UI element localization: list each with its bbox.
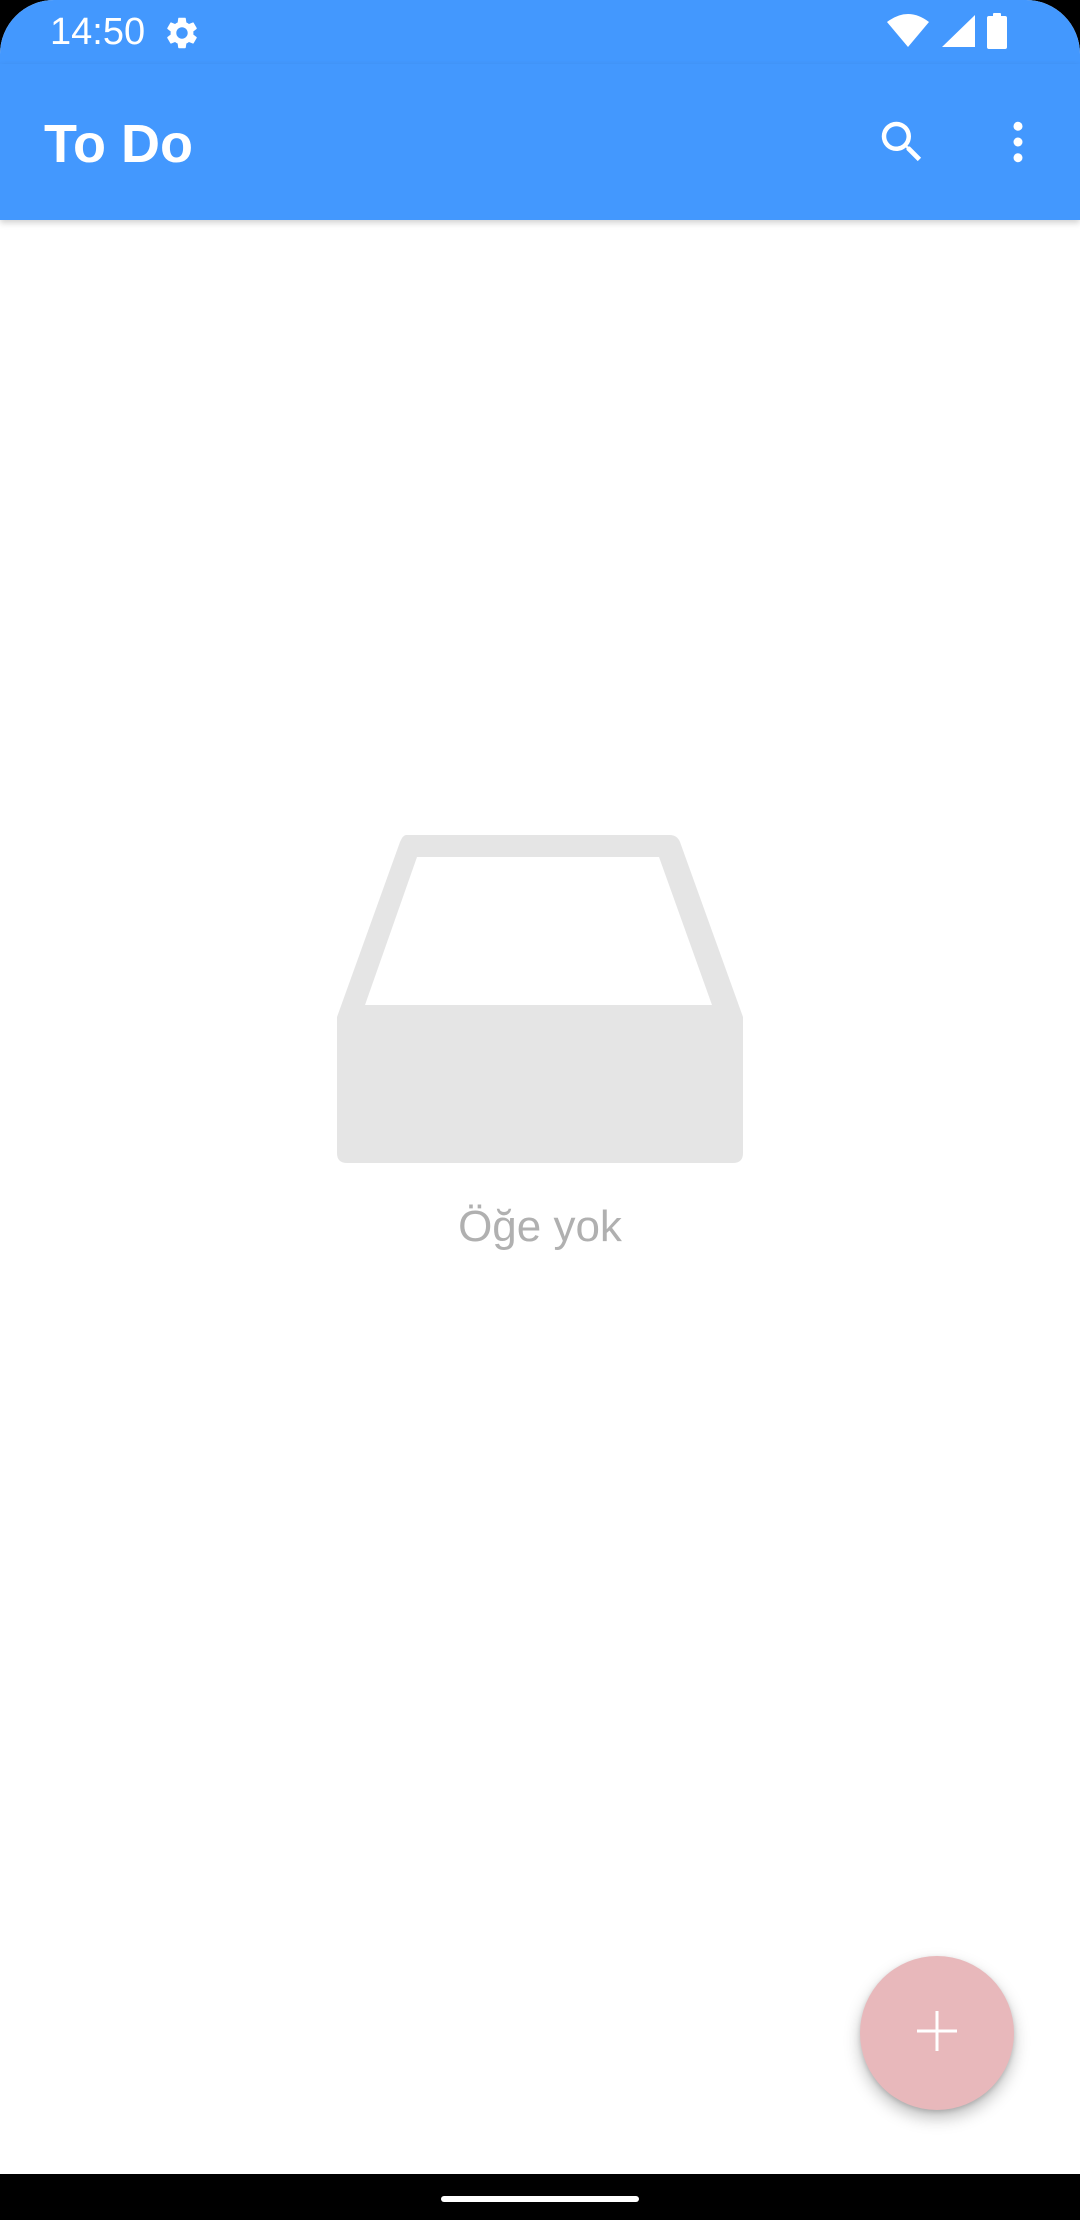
more-vert-icon <box>991 115 1045 174</box>
battery-icon <box>986 12 1008 54</box>
more-options-button[interactable] <box>978 104 1058 184</box>
status-bar: 14:50 <box>0 0 1080 64</box>
status-time: 14:50 <box>50 11 146 53</box>
app-bar: To Do <box>0 64 1080 220</box>
home-gesture-handle[interactable] <box>441 2196 639 2202</box>
plus-icon <box>915 2009 959 2058</box>
settings-icon <box>163 14 201 52</box>
search-icon <box>875 115 929 174</box>
empty-state: Öğe yok <box>0 835 1080 1253</box>
search-button[interactable] <box>862 104 942 184</box>
empty-inbox-tray-icon <box>0 835 1080 1163</box>
cellular-signal-icon <box>940 14 976 53</box>
empty-message: Öğe yok <box>458 1202 622 1251</box>
navigation-bar <box>0 2174 1080 2220</box>
wifi-icon <box>886 13 930 53</box>
screen: 14:50 To Do Öğe yok <box>0 0 1080 2220</box>
add-item-button[interactable] <box>860 1956 1014 2110</box>
app-title: To Do <box>44 114 193 174</box>
status-icons <box>886 12 1008 54</box>
